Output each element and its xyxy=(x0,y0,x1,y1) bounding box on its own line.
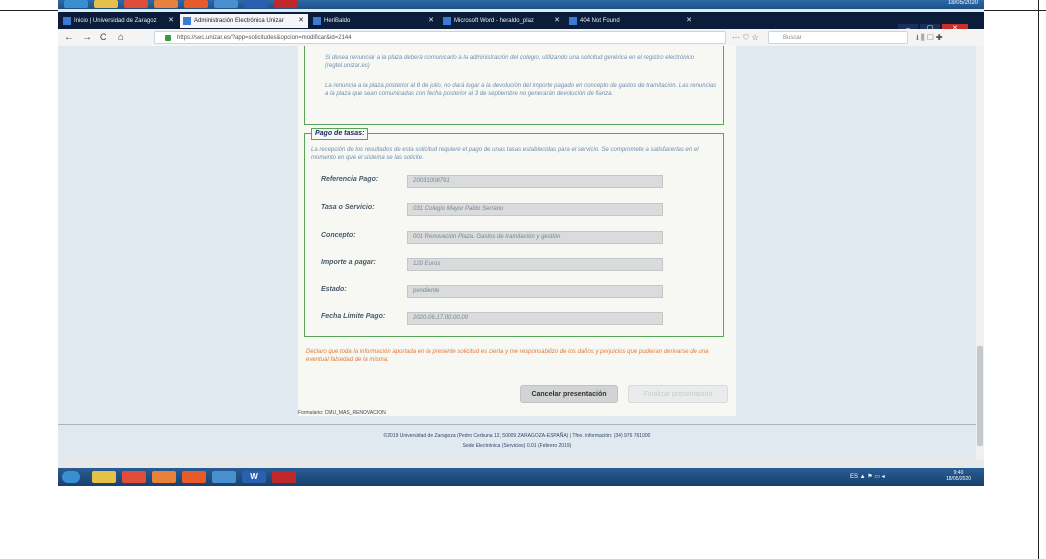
search-placeholder: Buscar xyxy=(783,35,802,41)
vertical-scrollbar[interactable] xyxy=(976,46,984,460)
word-icon[interactable]: W xyxy=(242,471,266,483)
pago-intro: La recepción de los resultados de esta s… xyxy=(311,147,699,161)
search-input[interactable]: Buscar xyxy=(768,31,908,44)
close-icon[interactable]: ✕ xyxy=(428,14,434,28)
tab-label: 404 Not Found xyxy=(580,18,620,24)
referencia-label: Referencia Pago: xyxy=(321,176,379,183)
concepto-label: Concepto: xyxy=(321,232,356,239)
pago-tasas-legend: Pago de tasas: xyxy=(311,128,369,140)
horizontal-scrollbar[interactable] xyxy=(58,460,984,467)
form-id: Formulario: CMU_MAS_RENOVACION xyxy=(298,410,386,416)
close-icon[interactable]: ✕ xyxy=(686,14,692,28)
word-icon[interactable] xyxy=(244,0,268,8)
cancel-button[interactable]: Cancelar presentación xyxy=(520,385,618,403)
folder-icon[interactable] xyxy=(92,471,116,483)
form-content: Si desea renunciar a la plaza deberá com… xyxy=(298,46,736,416)
footer-version: Sede Electrónica (Servicios) 0.01 (Febre… xyxy=(462,443,572,449)
folder-icon[interactable] xyxy=(94,0,118,8)
close-icon[interactable]: ✕ xyxy=(168,14,174,28)
reload-icon[interactable]: C xyxy=(100,31,107,44)
favicon-icon xyxy=(569,17,577,25)
clock: 18/05/2020 xyxy=(947,0,978,6)
scrollbar-thumb[interactable] xyxy=(977,346,983,446)
close-icon[interactable]: ✕ xyxy=(554,14,560,28)
taskbar: W ES ▲ ⚑ ▭ ◂ 9:40 18/05/2020 xyxy=(58,468,984,486)
mail-icon[interactable] xyxy=(214,0,238,8)
system-tray[interactable]: ES ▲ ⚑ ▭ ◂ xyxy=(850,471,885,483)
tab-heribaldo[interactable]: HeriBaldo ✕ xyxy=(310,14,438,28)
tab-404[interactable]: 404 Not Found ✕ xyxy=(566,14,696,28)
footer-address: ©2019 Universidad de Zaragoza (Pedro Cer… xyxy=(383,433,651,439)
clock-date: 18/05/2020 xyxy=(946,476,972,482)
importe-label: Importe a pagar: xyxy=(321,259,376,266)
tasa-label: Tasa o Servicio: xyxy=(321,204,375,211)
url-bar[interactable]: https://sec.unizar.es/?app=solicitudes&o… xyxy=(154,31,726,44)
top-taskbar: 18/05/2020 xyxy=(58,0,984,9)
start-icon[interactable] xyxy=(62,471,80,483)
tab-administracion[interactable]: Administración Electrónica Unizar ✕ xyxy=(180,14,308,28)
back-icon[interactable]: ← xyxy=(64,31,74,44)
declaration-text: Declaro que toda la información aportada… xyxy=(306,349,709,363)
renuncia-panel: Si desea renunciar a la plaza deberá com… xyxy=(304,46,724,125)
toolbar-icons[interactable]: ⭳ ⫼ ▢ ✚ xyxy=(916,31,943,44)
start-icon[interactable] xyxy=(64,0,88,8)
nav-bar: ← → C ⌂ https://sec.unizar.es/?app=solic… xyxy=(58,29,984,47)
referencia-field[interactable]: 20031008791 xyxy=(407,175,663,188)
finalize-button[interactable]: Finalizar presentación xyxy=(628,385,728,403)
url-text: https://sec.unizar.es/?app=solicitudes&o… xyxy=(177,35,352,41)
tab-label: Inicio | Universidad de Zaragoz xyxy=(74,18,157,24)
tab-label: Administración Electrónica Unizar xyxy=(194,18,284,24)
close-icon[interactable]: ✕ xyxy=(298,14,304,28)
outlook-icon[interactable] xyxy=(152,471,176,483)
home-icon[interactable]: ⌂ xyxy=(118,31,124,44)
clock[interactable]: 9:40 18/05/2020 xyxy=(946,470,971,482)
tab-word[interactable]: Microsoft Word - heraldo_plaz ✕ xyxy=(440,14,564,28)
chrome-icon[interactable] xyxy=(124,0,148,8)
page-actions[interactable]: ··· ♡ ☆ xyxy=(732,31,759,44)
page-footer: ©2019 Universidad de Zaragoza (Pedro Cer… xyxy=(58,424,976,460)
outlook-icon[interactable] xyxy=(154,0,178,8)
chrome-icon[interactable] xyxy=(122,471,146,483)
favicon-icon xyxy=(63,17,71,25)
mail-icon[interactable] xyxy=(212,471,236,483)
lock-icon xyxy=(165,35,171,41)
favicon-icon xyxy=(313,17,321,25)
tab-inicio[interactable]: Inicio | Universidad de Zaragoz ✕ xyxy=(60,14,178,28)
renuncia-text-2: La renuncia a la plaza posterior al 8 de… xyxy=(325,83,717,97)
screen: 18/05/2020 Inicio | Universidad de Zarag… xyxy=(58,0,984,486)
pdf-icon[interactable] xyxy=(272,471,296,483)
pago-tasas-fieldset: Pago de tasas: La recepción de los resul… xyxy=(304,128,724,337)
firefox-icon[interactable] xyxy=(184,0,208,8)
fecha-limite-label: Fecha Límite Pago: xyxy=(321,313,386,320)
frame-line xyxy=(1038,0,1039,559)
fecha-limite-field[interactable]: 2020.06.17.00.00.00 xyxy=(407,312,663,325)
forward-icon[interactable]: → xyxy=(82,31,92,44)
tab-label: HeriBaldo xyxy=(324,18,351,24)
concepto-field[interactable]: 001 Renovación Plaza. Gastos de tramitac… xyxy=(407,231,663,244)
favicon-icon xyxy=(183,17,191,25)
tasa-field[interactable]: 031 Colegio Mayor Pablo Serrano xyxy=(407,203,663,216)
favicon-icon xyxy=(443,17,451,25)
tab-label: Microsoft Word - heraldo_plaz xyxy=(454,18,534,24)
firefox-icon[interactable] xyxy=(182,471,206,483)
pdf-icon[interactable] xyxy=(274,0,298,8)
page-viewport: Si desea renunciar a la plaza deberá com… xyxy=(58,46,976,460)
tab-bar: Inicio | Universidad de Zaragoz ✕ Admini… xyxy=(58,12,984,33)
estado-field[interactable]: pendiente xyxy=(407,285,663,298)
importe-field[interactable]: 120 Euros xyxy=(407,258,663,271)
renuncia-text-1: Si desea renunciar a la plaza deberá com… xyxy=(325,55,695,69)
estado-label: Estado: xyxy=(321,286,347,293)
